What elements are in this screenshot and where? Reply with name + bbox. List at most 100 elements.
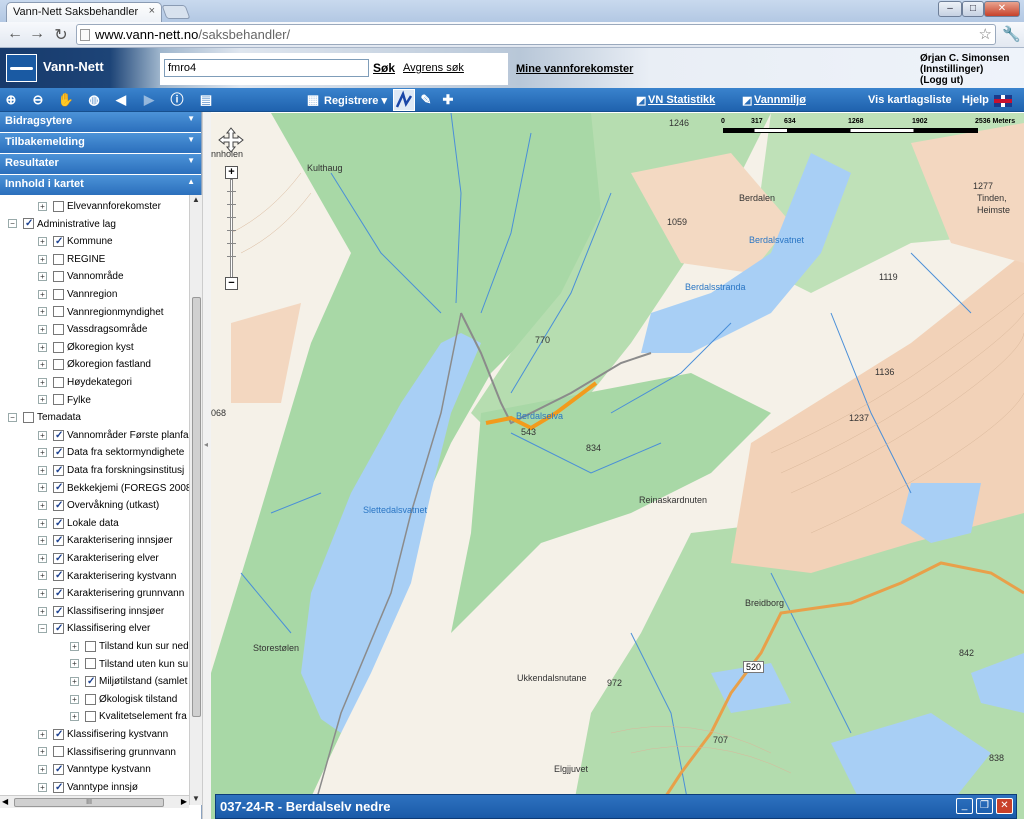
layer-checkbox[interactable] [53, 359, 64, 371]
minimize-icon[interactable]: _ [956, 798, 973, 814]
pan-hand-icon[interactable]: ✋ [57, 91, 75, 109]
help-link[interactable]: Hjelp [962, 94, 989, 106]
layer-tree-item[interactable]: + Klassifisering innsjøer [38, 603, 164, 620]
collapse-icon[interactable]: − [8, 219, 17, 229]
expand-icon[interactable]: + [38, 465, 47, 475]
layer-checkbox[interactable] [53, 233, 64, 250]
expand-icon[interactable]: + [38, 553, 47, 563]
layer-tree-item[interactable]: − Temadata [8, 409, 81, 426]
layer-checkbox[interactable] [53, 603, 64, 620]
expand-icon[interactable]: + [38, 536, 47, 546]
zoom-track[interactable] [230, 179, 233, 279]
zoom-out-icon[interactable]: ⊖ [29, 91, 47, 109]
url-field[interactable]: www.vann-nett.no/saksbehandler/ ☆ [76, 24, 996, 45]
layer-checkbox[interactable] [53, 761, 64, 778]
pan-control[interactable] [217, 126, 245, 154]
layer-checkbox[interactable] [53, 427, 64, 444]
expand-icon[interactable]: + [70, 694, 79, 704]
layer-tree-item[interactable]: + Vannregionmyndighet [38, 304, 164, 321]
layer-tree-item[interactable]: + Vannområde [38, 268, 124, 285]
expand-icon[interactable]: + [38, 307, 47, 317]
refine-search-link[interactable]: Avgrens søk [403, 62, 464, 74]
layer-checkbox[interactable] [85, 693, 96, 705]
forward-icon[interactable]: → [28, 25, 46, 43]
layer-tree-item[interactable]: + Data fra forskningsinstitusj [38, 462, 184, 479]
layer-checkbox[interactable] [85, 673, 96, 690]
layer-tree-item[interactable]: + Karakterisering kystvann [38, 567, 177, 585]
layer-checkbox[interactable] [53, 497, 64, 514]
expand-icon[interactable]: + [38, 360, 47, 370]
expand-icon[interactable]: + [38, 483, 47, 493]
expand-icon[interactable]: + [70, 659, 79, 669]
window-maximize-button[interactable]: □ [962, 1, 984, 17]
panel-contributors[interactable]: Bidragsytere ▼ [0, 112, 201, 132]
uk-flag-icon[interactable] [994, 95, 1012, 107]
layer-tree-item[interactable]: + Vanntype kystvann [38, 761, 151, 778]
layer-checkbox[interactable] [53, 200, 64, 212]
layer-tree-item[interactable]: + Tilstand uten kun su [70, 656, 188, 673]
layer-tree-item[interactable]: + REGINE [38, 251, 105, 268]
layer-tree-item[interactable]: + Karakterisering grunnvann [38, 585, 184, 602]
new-tab-button[interactable] [161, 5, 191, 19]
layer-checkbox[interactable] [53, 376, 64, 388]
collapse-arrow-icon[interactable]: ◂ [204, 440, 208, 449]
layer-checkbox[interactable] [23, 412, 34, 424]
expand-icon[interactable]: + [38, 501, 47, 511]
my-water-bodies-link[interactable]: Mine vannforekomster [516, 63, 633, 75]
layer-tree-item[interactable]: + Økoregion fastland [38, 356, 151, 373]
zoom-out-button[interactable]: − [225, 277, 238, 290]
expand-icon[interactable]: + [38, 395, 47, 405]
expand-icon[interactable]: + [38, 342, 47, 352]
expand-icon[interactable]: + [38, 377, 47, 387]
layer-checkbox[interactable] [53, 515, 64, 532]
layer-tree-item[interactable]: + Overvåkning (utkast) [38, 497, 159, 514]
layer-tree-item[interactable]: + Lokale data [38, 515, 119, 532]
panel-map-content[interactable]: Innhold i kartet ▲ [0, 175, 201, 195]
scrollbar-thumb[interactable] [192, 297, 201, 717]
layer-checkbox[interactable] [85, 640, 96, 652]
expand-icon[interactable]: + [38, 729, 47, 739]
layer-tree-item[interactable]: + Data fra sektormyndighete [38, 444, 184, 461]
expand-icon[interactable]: + [38, 254, 47, 264]
expand-icon[interactable]: + [38, 782, 47, 792]
layer-tree-item[interactable]: + Vanntype innsjø [38, 779, 138, 796]
vn-statistics-link[interactable]: VN Statistikk [648, 94, 715, 106]
scroll-down-icon[interactable]: ▼ [192, 794, 200, 803]
layer-tree-item[interactable]: + Karakterisering elver [38, 550, 159, 567]
layer-checkbox[interactable] [53, 779, 64, 796]
window-minimize-button[interactable]: – [938, 1, 962, 17]
forward-icon[interactable]: ▶ [140, 91, 158, 109]
layer-checkbox[interactable] [23, 215, 34, 232]
layer-checkbox[interactable] [53, 585, 64, 602]
layer-checkbox[interactable] [53, 288, 64, 300]
layer-tree-item[interactable]: + Kvalitetselement fra [70, 708, 187, 725]
zoom-extent-icon[interactable]: ◍ [85, 91, 103, 109]
expand-icon[interactable]: + [38, 606, 47, 616]
layer-tree-item[interactable]: + Økologisk tilstand [70, 691, 177, 708]
expand-icon[interactable]: + [70, 712, 79, 722]
layer-tree-item[interactable]: + Elvevannforekomster [38, 198, 161, 215]
wrench-icon[interactable]: 🔧 [1002, 25, 1021, 43]
logout-link[interactable]: (Logg ut) [920, 75, 1009, 86]
layer-checkbox[interactable] [53, 394, 64, 406]
zoom-in-icon[interactable]: ⊕ [2, 91, 20, 109]
layer-checkbox[interactable] [53, 532, 64, 549]
register-menu[interactable]: Registrere ▾ [324, 94, 387, 107]
expand-icon[interactable]: + [70, 677, 79, 687]
layer-tree-item[interactable]: + Høydekategori [38, 374, 132, 391]
browser-tab[interactable]: Vann-Nett Saksbehandler × [6, 2, 162, 22]
layer-tree-scrollbar[interactable]: ▲ ▼ [189, 195, 202, 805]
layer-tree-item[interactable]: + Tilstand kun sur ned [70, 638, 189, 655]
layer-tree-item[interactable]: + Kommune [38, 233, 113, 250]
expand-icon[interactable]: + [38, 430, 47, 440]
layer-tree-item[interactable]: + Bekkekjemi (FOREGS 2008 [38, 479, 190, 497]
map-view[interactable]: Kulthaug 1246 Berdalen 1277 Tinden, Heimste 10… [211, 113, 1024, 819]
settings-link[interactable]: (Innstillinger) [920, 64, 1009, 75]
layer-checkbox[interactable] [53, 567, 64, 584]
sidebar-splitter[interactable]: ◂ [202, 112, 211, 819]
feature-info-bar[interactable]: 037-24-R - Berdalselv nedre _ ❐ ✕ [215, 794, 1017, 819]
layer-checkbox[interactable] [53, 341, 64, 353]
panel-results[interactable]: Resultater ▼ [0, 154, 201, 174]
layer-checkbox[interactable] [53, 726, 64, 743]
expand-icon[interactable]: + [38, 448, 47, 458]
